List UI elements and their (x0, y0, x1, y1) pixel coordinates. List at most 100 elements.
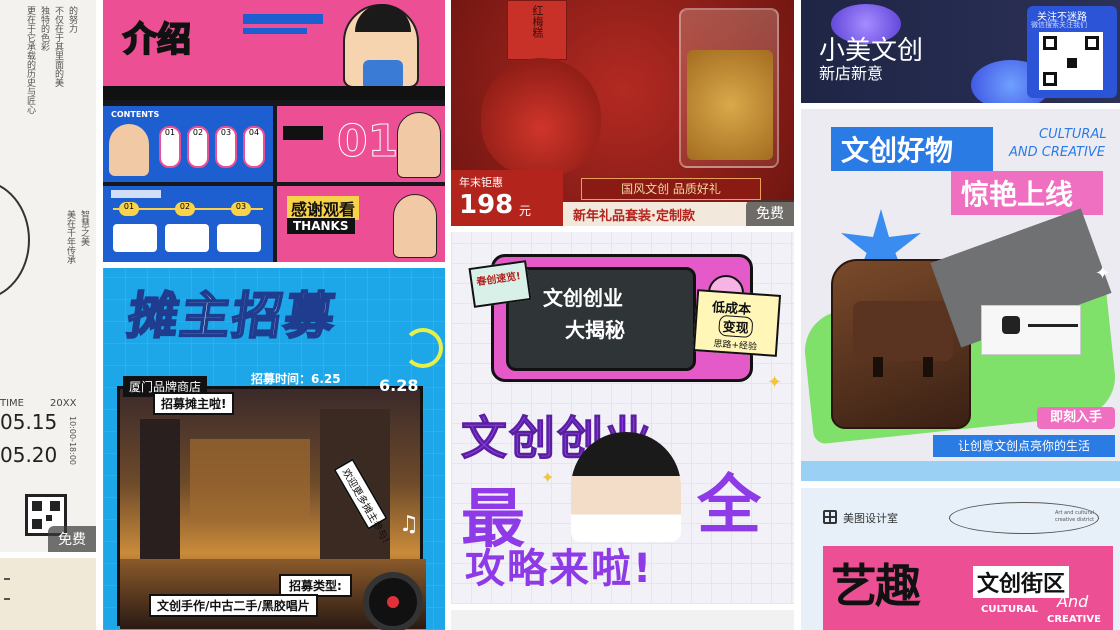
thanks-en: THANKS (287, 218, 355, 234)
step-card (217, 224, 261, 252)
store-subtitle: 新店新意 (819, 64, 884, 83)
bottom-tagline: 让创意文创点亮你的生活 (933, 435, 1115, 457)
swirl-decoration (403, 328, 443, 368)
time-label: TIME (0, 398, 25, 409)
cta-button[interactable]: 即刻入手 (1037, 407, 1115, 429)
tv-line-2: 大揭秘 (565, 318, 625, 342)
date-end: 05.20 (0, 443, 58, 467)
decor-bar (243, 14, 323, 24)
subtitle-recruit: 招募摊主啦! (153, 392, 235, 415)
cartoon-character-illustration (397, 112, 441, 178)
step-2: 02 (175, 202, 195, 216)
type-list: 文创手作/中古二手/黑胶唱片 (149, 594, 318, 617)
sparkle-icon: ✦ (541, 468, 555, 487)
contents-label: CONTENTS (111, 110, 160, 119)
slide-steps: 01 02 03 (103, 186, 273, 262)
vinyl-record-icon (363, 572, 423, 630)
sticky-note: 低成本 变现 思路+经验 (692, 289, 782, 357)
poster-card-ppt-template[interactable]: 介绍 CONTENTS 01 02 03 04 01 01 02 03 感谢观看… (103, 0, 445, 262)
qr-code-icon (1039, 32, 1103, 90)
step-card (165, 224, 209, 252)
follow-card: 关注不迷路 微信搜索关注我们 (1027, 6, 1117, 98)
poster-card-new-store[interactable]: 小美文创 新店新意 关注不迷路 微信搜索关注我们 (801, 0, 1120, 103)
year-label: 20XX (50, 398, 77, 409)
en-title-1: CULTURAL (1039, 127, 1107, 142)
poster-card-partial[interactable] (451, 610, 794, 630)
small-en-text: Art and cultural creative district (1055, 510, 1095, 523)
price-tag-label: 年末钜惠 (459, 176, 503, 189)
cartoon-character-illustration (109, 124, 149, 176)
recruit-time-end: 6.28 (379, 376, 419, 395)
glass-jar (679, 8, 779, 168)
date-start: 05.15 (0, 410, 58, 434)
contents-item-2: 02 (187, 126, 209, 168)
poster-card-exhibition-date[interactable]: 的努力 不仅在于其里面的美 独特的色彩 更在于它承载的历史与匠心 智慧之美 美在… (0, 0, 96, 552)
recruit-time: 招募时间：6.25 (251, 372, 341, 386)
follow-subtext: 微信搜索关注我们 (1031, 21, 1087, 29)
slide-cover: 介绍 (103, 0, 445, 100)
slide-contents: CONTENTS 01 02 03 04 (103, 106, 273, 182)
brand-logo-icon (823, 510, 837, 524)
slide-thanks: 感谢观看 THANKS (277, 186, 445, 262)
poster-card-partial[interactable] (0, 558, 96, 630)
headline-line-3: 攻略来啦! (465, 546, 654, 592)
poster-vertical-text: 更在于它承载的历史与匠心 (25, 6, 35, 114)
decor-dash (4, 598, 10, 600)
poster-card-new-year-gift[interactable]: 红梅糕 国风文创 品质好礼 年末钜惠 198 元 新年礼品套装·定制款 免费 (451, 0, 794, 226)
decor-dash (4, 578, 10, 580)
free-badge: 免费 (746, 200, 794, 226)
poster-card-vendor-recruitment[interactable]: 摊主招募 厦门品牌商店 招募摊主啦! 招募时间：6.25 6.28 欢迎更多摊主… (103, 268, 445, 630)
tv-screen: 文创创业 大揭秘 (506, 267, 696, 371)
poster-card-startup-guide[interactable]: 文创创业 大揭秘 春创速览! 低成本 变现 思路+经验 文创创业 最 全 攻略来… (451, 232, 794, 604)
ribbon-banner: 国风文创 品质好礼 (581, 178, 761, 200)
price-unit: 元 (519, 204, 532, 218)
decor-strip (103, 86, 445, 100)
contents-item-3: 03 (215, 126, 237, 168)
pen-set-image (981, 305, 1081, 355)
poster-vertical-text: 不仅在于其里面的美 (53, 6, 63, 87)
poster-vertical-text: 智慧之美 (79, 210, 89, 246)
poster-card-art-district[interactable]: 美图设计室 Art and cultural creative district… (801, 488, 1120, 630)
hours-text: 10:00-18:00 (68, 416, 77, 465)
en-label-1: CULTURAL (981, 604, 1038, 615)
en-label-3: CREATIVE (1047, 614, 1101, 625)
decor-tag (283, 126, 323, 140)
step-card (113, 224, 157, 252)
thanks-cn: 感谢观看 (287, 196, 360, 220)
poster-vertical-text: 的努力 (67, 6, 77, 33)
gift-box-text: 红梅糕 (531, 5, 544, 38)
free-badge: 免费 (48, 526, 96, 552)
note-line-2: 变现 (718, 314, 754, 339)
title-1: 文创好物 (831, 127, 993, 171)
contents-item-4: 04 (243, 126, 265, 168)
decor-bar (243, 28, 307, 34)
music-note-icon: ♫ (399, 512, 419, 537)
bottom-strip (801, 461, 1120, 481)
big-title-1: 艺趣 (831, 559, 921, 613)
person-photo (571, 432, 681, 542)
gift-box: 红梅糕 (507, 0, 567, 60)
note-line-3: 思路+经验 (713, 339, 758, 353)
price-tag: 年末钜惠 198 元 (451, 170, 563, 226)
circle-ornament (0, 180, 30, 300)
poster-vertical-text: 独特的色彩 (39, 6, 49, 51)
sticker-left: 春创速览! (468, 260, 532, 308)
step-1: 01 (119, 202, 139, 216)
decor-bar (111, 190, 161, 198)
sparkle-icon: ✦ (767, 372, 783, 393)
tv-line-1: 文创创业 (543, 286, 623, 310)
brand-name: 美图设计室 (843, 512, 898, 525)
poster-title: 摊主招募 (123, 286, 341, 346)
section-number: 01 (336, 116, 399, 168)
poster-vertical-text: 美在千年传承 (65, 210, 75, 264)
headline-line-2b: 全 (697, 469, 761, 543)
en-title-2: AND CREATIVE (1009, 145, 1105, 160)
slide-title: 介绍 (122, 19, 192, 61)
big-title-2: 文创街区 (973, 566, 1070, 598)
cartoon-character-illustration (393, 194, 437, 258)
contents-item-1: 01 (159, 126, 181, 168)
slide-section: 01 (277, 106, 445, 182)
step-3: 03 (231, 202, 251, 216)
en-label-2: And (1057, 592, 1089, 611)
poster-card-creative-goods[interactable]: 文创好物 CULTURAL AND CREATIVE 惊艳上线 即刻入手 让创意… (801, 109, 1120, 481)
